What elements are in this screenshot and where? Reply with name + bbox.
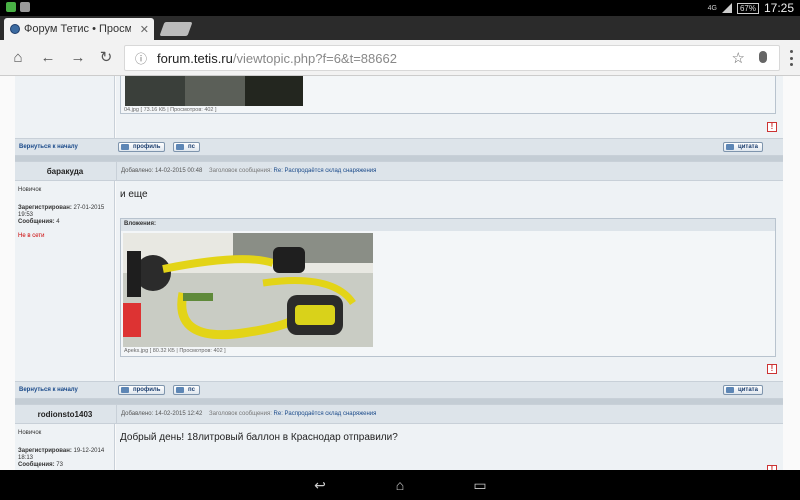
attachment-image-1[interactable] [125,76,303,106]
app-notification-icon [6,2,16,12]
attachment-box: Вложения: Apeks.jpg [80.32 КБ | Просмот… [120,218,776,357]
attachment-caption: Apeks.jpg [ 80.32 КБ | Просмотров: 402 ] [124,348,226,354]
post-2-actions: Вернуться к началу профиль пс цитата [15,381,783,399]
reload-icon[interactable]: ↻ [96,48,116,68]
post-body: Добрый день! 18литровый баллон в Краснод… [120,432,398,443]
subject-label: Заголовок сообщения: [209,411,272,417]
profile-button[interactable]: профиль [118,385,166,395]
post-body: и еще [120,189,148,200]
forward-icon[interactable]: → [68,48,88,68]
browser-tab[interactable]: Форум Тетис • Просмотр те ✕ [4,18,154,40]
battery-indicator: 67% [736,2,759,14]
post-date: Добавлено: 14-02-2015 12:42 [121,411,203,417]
network-type: 4G [707,4,717,12]
forum-topic: 04.jpg [ 73.16 КБ | Просмотров: 402 ] ! … [15,76,783,470]
online-status: Не в сети [18,233,45,239]
page-info-icon[interactable]: ⓘ [125,50,157,67]
post-meta: Добавлено: 14-02-2015 12:42 Заголовок со… [121,411,376,417]
profile-button[interactable]: профиль [118,142,166,152]
address-bar[interactable]: ⓘ forum.tetis.ru /viewtopic.php?f=6&t=88… [124,45,780,71]
url-host: forum.tetis.ru [157,50,233,66]
recents-nav-icon[interactable]: ▭ [468,476,492,494]
post-meta: Добавлено: 14-02-2015 00:48 Заголовок со… [121,168,376,174]
post-subject[interactable]: Re: Распродаётся склад снаряжения [274,411,377,417]
post-author[interactable]: rodionsto1403 [15,410,115,419]
attachment-image-2[interactable] [123,233,373,347]
back-icon[interactable]: ← [38,48,58,68]
post-1-tail: 04.jpg [ 73.16 КБ | Просмотров: 402 ] ! [15,76,783,138]
post-3-header: rodionsto1403 Добавлено: 14-02-2015 12:4… [15,404,783,424]
post-author[interactable]: баракуда [15,167,115,176]
user-details: Зарегистрирован: 27-01-2015 19:53 Сообще… [18,205,105,225]
report-icon[interactable]: ! [767,122,777,132]
home-nav-icon[interactable]: ⌂ [388,476,412,494]
system-nav-bar: ↩ ⌂ ▭ [0,470,800,500]
tab-strip: Форум Тетис • Просмотр те ✕ [0,16,800,40]
attachments-label: Вложения: [121,219,775,231]
back-to-top-link[interactable]: Вернуться к началу [19,144,78,150]
user-rank: Новичок [18,187,42,193]
post-1-actions: Вернуться к началу профиль пс цитата [15,138,783,156]
browser-toolbar: ⌂ ← → ↻ ⓘ forum.tetis.ru /viewtopic.php?… [0,40,800,76]
post-date: Добавлено: 14-02-2015 00:48 [121,168,203,174]
home-icon[interactable]: ⌂ [8,48,28,68]
quote-button[interactable]: цитата [723,385,763,395]
close-tab-icon[interactable]: ✕ [135,23,154,36]
post-2-header: баракуда Добавлено: 14-02-2015 00:48 Заг… [15,161,783,181]
user-rank: Новичок [18,430,42,436]
attachment-caption: 04.jpg [ 73.16 КБ | Просмотров: 402 ] [124,107,217,113]
attachment-box: 04.jpg [ 73.16 КБ | Просмотров: 402 ] [120,76,776,114]
status-bar: 4G 67% 17:25 [0,0,800,16]
report-icon[interactable]: ! [767,364,777,374]
post-subject[interactable]: Re: Распродаётся склад снаряжения [274,168,377,174]
tab-title: Форум Тетис • Просмотр те [24,23,131,35]
post-3-body: Новичок Зарегистрирован: 19-12-2014 18:1… [15,424,783,470]
user-details: Зарегистрирован: 19-12-2014 18:13 Сообще… [18,448,105,468]
quote-button[interactable]: цитата [723,142,763,152]
favicon-icon [10,24,20,34]
pm-button[interactable]: пс [173,142,200,152]
clock: 17:25 [763,1,794,15]
back-nav-icon[interactable]: ↩ [308,476,332,494]
subject-label: Заголовок сообщения: [209,168,272,174]
post-2-body: Новичок Зарегистрирован: 27-01-2015 19:5… [15,181,783,381]
overflow-menu-icon[interactable] [790,50,794,66]
new-tab-button[interactable] [159,22,193,36]
bookmark-star-icon[interactable]: ☆ [732,49,745,67]
image-notification-icon [20,2,30,12]
back-to-top-link[interactable]: Вернуться к началу [19,387,78,393]
signal-icon [721,3,732,13]
pm-button[interactable]: пс [173,385,200,395]
url-path: /viewtopic.php?f=6&t=88662 [232,50,397,66]
web-page: 04.jpg [ 73.16 КБ | Просмотров: 402 ] ! … [0,76,800,470]
microphone-icon[interactable] [759,51,767,63]
